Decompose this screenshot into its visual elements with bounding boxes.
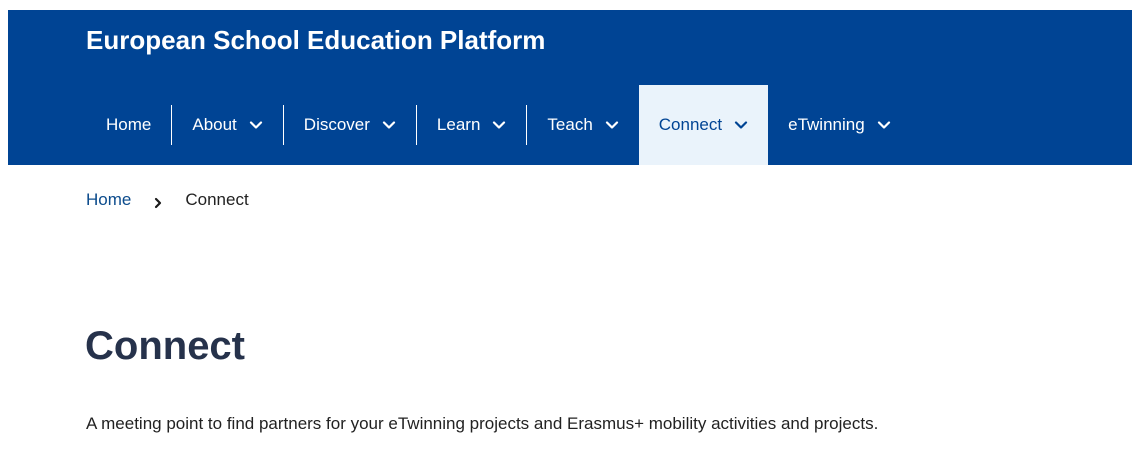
nav-item-label: Teach <box>547 115 593 134</box>
nav-item-home[interactable]: Home <box>86 85 171 165</box>
nav-item-label: Learn <box>436 115 481 134</box>
chevron-down-icon[interactable] <box>382 118 396 132</box>
chevron-down-icon[interactable] <box>734 118 748 132</box>
chevron-down-icon[interactable] <box>605 118 619 132</box>
breadcrumb-home-link[interactable]: Home <box>86 190 131 210</box>
nav-item-connect[interactable]: Connect <box>638 85 769 165</box>
chevron-right-icon <box>153 194 163 209</box>
nav-item-learn[interactable]: Learn <box>417 85 526 165</box>
nav-item-about[interactable]: About <box>172 85 282 165</box>
nav-item-label: Connect <box>658 115 723 134</box>
nav-item-label: eTwinning <box>788 115 865 134</box>
site-header: European School Education Platform Home … <box>8 10 1132 165</box>
site-title[interactable]: European School Education Platform <box>86 24 545 56</box>
breadcrumb-current: Connect <box>185 190 249 209</box>
nav-item-label: About <box>192 115 237 134</box>
nav-item-label: Home <box>106 115 152 134</box>
page-intro: A meeting point to find partners for you… <box>86 414 879 433</box>
chevron-down-icon[interactable] <box>492 118 506 132</box>
chevron-down-icon[interactable] <box>249 118 263 132</box>
chevron-down-icon[interactable] <box>877 118 891 132</box>
page-title: Connect <box>85 324 245 368</box>
main-navigation: Home About Discover Learn Teach Connect … <box>86 85 911 165</box>
nav-item-label: Discover <box>303 115 370 134</box>
nav-item-teach[interactable]: Teach <box>527 85 638 165</box>
nav-item-discover[interactable]: Discover <box>284 85 416 165</box>
nav-item-etwinning[interactable]: eTwinning <box>768 85 911 165</box>
breadcrumb: Home Connect <box>86 190 249 210</box>
